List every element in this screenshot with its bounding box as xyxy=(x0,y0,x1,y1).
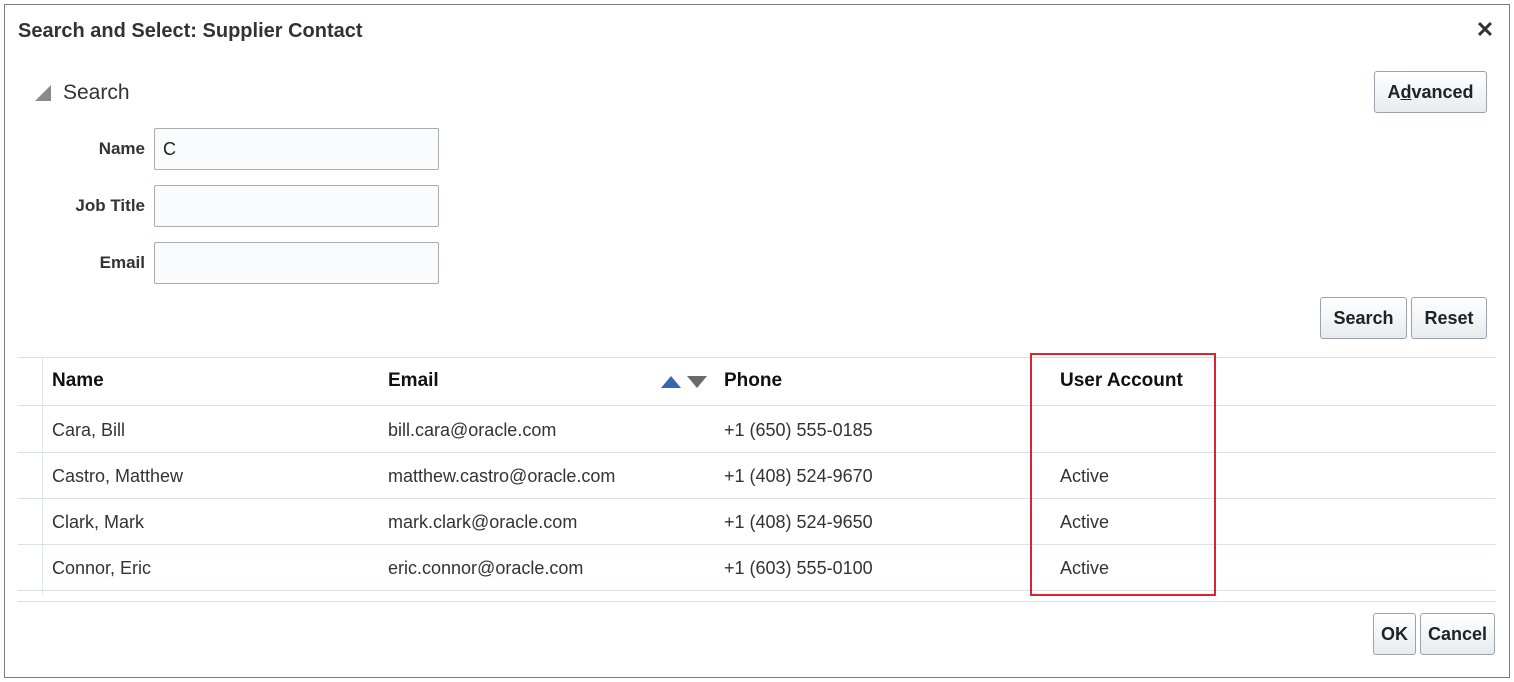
ok-button[interactable]: OK xyxy=(1373,613,1416,655)
cell-email: bill.cara@oracle.com xyxy=(388,420,557,440)
name-input[interactable]: C xyxy=(154,128,439,170)
sort-control[interactable] xyxy=(661,376,711,390)
table-row[interactable]: Castro, Matthew matthew.castro@oracle.co… xyxy=(18,452,1496,498)
user-account-column-highlight xyxy=(1030,353,1216,596)
email-label: Email xyxy=(99,253,145,272)
cell-name: Connor, Eric xyxy=(52,558,152,578)
collapse-triangle-icon xyxy=(35,85,51,101)
cell-email: mark.clark@oracle.com xyxy=(388,512,578,532)
advanced-label-suffix: vanced xyxy=(1411,82,1474,102)
cell-phone: +1 (408) 524-9670 xyxy=(724,466,873,486)
table-row[interactable]: Connor, Eric eric.connor@oracle.com +1 (… xyxy=(18,544,1496,590)
column-header-name[interactable]: Name xyxy=(52,370,104,392)
results-table: Name Email Phone User Account Cara, Bill… xyxy=(18,357,1496,595)
row-divider xyxy=(18,590,1496,591)
advanced-label-accesskey: d xyxy=(1400,82,1412,102)
cell-name: Castro, Matthew xyxy=(52,466,184,486)
email-input[interactable] xyxy=(154,242,439,284)
cell-phone: +1 (603) 555-0100 xyxy=(724,558,873,578)
table-top-border xyxy=(18,357,1496,358)
sort-ascending-icon[interactable] xyxy=(661,376,681,388)
table-row[interactable]: Cara, Bill bill.cara@oracle.com +1 (650)… xyxy=(18,406,1496,452)
cell-phone: +1 (408) 524-9650 xyxy=(724,512,873,532)
name-label: Name xyxy=(98,139,145,158)
column-header-email[interactable]: Email xyxy=(388,370,439,392)
close-icon[interactable]: ✕ xyxy=(1474,19,1496,41)
search-select-dialog: Search and Select: Supplier Contact ✕ Se… xyxy=(4,4,1510,678)
column-header-phone[interactable]: Phone xyxy=(724,370,782,392)
cancel-button[interactable]: Cancel xyxy=(1420,613,1495,655)
table-row[interactable]: Clark, Mark mark.clark@oracle.com +1 (40… xyxy=(18,498,1496,544)
cell-name: Cara, Bill xyxy=(52,420,126,440)
job-title-label: Job Title xyxy=(75,196,145,215)
dialog-title: Search and Select: Supplier Contact xyxy=(18,20,363,42)
job-title-input[interactable] xyxy=(154,185,439,227)
reset-button[interactable]: Reset xyxy=(1411,297,1487,339)
advanced-button[interactable]: Advanced xyxy=(1374,71,1487,113)
search-section-title: Search xyxy=(63,81,130,104)
cell-email: eric.connor@oracle.com xyxy=(388,558,584,578)
cell-name: Clark, Mark xyxy=(52,512,145,532)
footer-divider xyxy=(18,601,1496,602)
cell-email: matthew.castro@oracle.com xyxy=(388,466,616,486)
sort-descending-icon[interactable] xyxy=(687,376,707,388)
search-button[interactable]: Search xyxy=(1320,297,1407,339)
cell-phone: +1 (650) 555-0185 xyxy=(724,420,873,440)
advanced-label-prefix: A xyxy=(1387,82,1401,102)
